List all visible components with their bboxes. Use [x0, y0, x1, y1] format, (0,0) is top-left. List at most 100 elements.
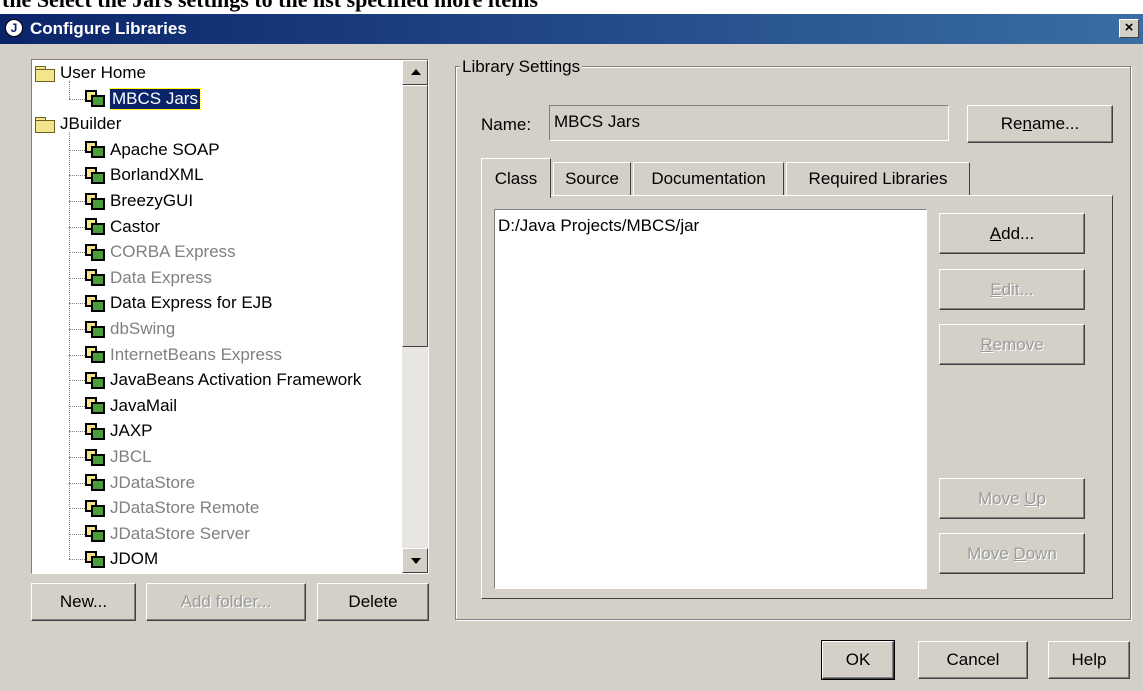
ok-button[interactable]: OK — [821, 640, 895, 680]
scroll-down-button[interactable] — [402, 548, 428, 573]
tree-connector — [69, 329, 85, 330]
tree-node[interactable]: Data Express — [85, 265, 212, 291]
tree-node-label: JBCL — [110, 447, 152, 466]
tab-class-label: Class — [494, 168, 538, 188]
library-icon — [85, 320, 105, 338]
tree-node-label: dbSwing — [110, 319, 176, 338]
class-path-list[interactable]: D:/Java Projects/MBCS/jar — [494, 209, 927, 589]
add-button[interactable]: Add... — [939, 213, 1085, 254]
remove-button[interactable]: Remove — [939, 324, 1085, 365]
scroll-up-button[interactable] — [402, 60, 428, 85]
tree-node[interactable]: MBCS Jars — [85, 86, 201, 112]
help-button-label: Help — [1071, 650, 1107, 669]
title-bar[interactable]: J Configure Libraries × — [0, 14, 1143, 44]
tree-node[interactable]: BorlandXML — [85, 162, 204, 188]
tree-connector — [69, 431, 85, 433]
tree-connector — [69, 457, 85, 458]
tree-connector — [69, 98, 85, 100]
tree-node[interactable]: JDOM — [85, 546, 158, 572]
close-icon: × — [1124, 19, 1134, 36]
edit-button[interactable]: Edit... — [939, 269, 1085, 310]
library-icon — [85, 218, 105, 236]
caption-strip: the Select the Jars settings to the list… — [0, 0, 1143, 14]
tree-node-label: CORBA Express — [110, 242, 236, 262]
new-button[interactable]: New... — [31, 583, 136, 621]
library-icon — [85, 192, 105, 210]
edit-button-label: Edit... — [990, 279, 1034, 299]
tree-scrollbar[interactable] — [402, 60, 428, 573]
tree-node[interactable]: JavaMail — [85, 393, 177, 419]
add-folder-button[interactable]: Add folder... — [146, 583, 306, 621]
tree-node[interactable]: InternetBeans Express — [85, 342, 282, 368]
name-field[interactable]: MBCS Jars — [549, 105, 949, 141]
add-button-label: Add... — [989, 223, 1035, 243]
tree-connector — [69, 508, 85, 510]
tree-connector — [69, 149, 85, 151]
delete-button-label: Delete — [348, 592, 398, 611]
library-icon — [85, 141, 105, 159]
library-icon — [85, 166, 105, 184]
tree-connector — [69, 303, 85, 305]
cancel-button[interactable]: Cancel — [918, 641, 1028, 679]
move-up-button[interactable]: Move Up — [939, 478, 1085, 519]
help-button[interactable]: Help — [1048, 641, 1130, 679]
tree-node-label: JDOM — [110, 549, 159, 569]
tree-node[interactable]: Castor — [85, 214, 160, 240]
ok-button-label: OK — [845, 650, 871, 669]
tab-class[interactable]: Class — [481, 158, 551, 198]
library-icon — [85, 346, 105, 364]
tree-node-label: Castor — [110, 216, 161, 236]
library-icon — [85, 294, 105, 312]
tree-node[interactable]: JBuilder — [35, 111, 121, 137]
folder-icon — [35, 65, 55, 82]
library-icon — [85, 90, 105, 108]
tab-required-libraries[interactable]: Required Libraries — [786, 162, 970, 196]
library-tree[interactable]: User Home MBCS Jars JBuilder Apache SOAP Bor… — [31, 59, 429, 574]
tree-node[interactable]: dbSwing — [85, 316, 175, 342]
tree-node[interactable]: CORBA Express — [85, 239, 236, 265]
tree-node[interactable]: JAXP — [85, 418, 153, 444]
folder-icon — [35, 116, 55, 133]
tree-connector — [69, 482, 85, 484]
tree-node[interactable]: JavaBeans Activation Framework — [85, 367, 361, 393]
tree-connector — [69, 533, 85, 535]
scroll-thumb[interactable] — [402, 85, 428, 347]
tree-node[interactable]: JDataStore Remote — [85, 495, 259, 521]
tree-node-label: JDataStore Server — [110, 523, 250, 543]
close-button[interactable]: × — [1119, 19, 1139, 38]
tree-connector — [69, 354, 85, 356]
window-title: Configure Libraries — [30, 19, 187, 38]
arrow-down-icon — [411, 558, 421, 564]
tree-connector — [69, 80, 70, 99]
move-down-button[interactable]: Move Down — [939, 533, 1085, 574]
tree-node-label: JDataStore Remote — [110, 498, 260, 518]
caption-text: the Select the Jars settings to the list… — [2, 0, 538, 13]
library-icon — [85, 499, 105, 517]
tree-node-label: MBCS Jars — [109, 87, 201, 110]
tree-node[interactable]: JDataStore Server — [85, 521, 250, 547]
tree-node-label: Data Express — [110, 267, 213, 287]
tree-node-label: BreezyGUI — [110, 191, 194, 210]
library-icon — [85, 422, 105, 440]
tree-node[interactable]: User Home — [35, 60, 146, 86]
new-button-label: New... — [59, 592, 108, 611]
tree-connector — [69, 226, 85, 228]
tree-content: User Home MBCS Jars JBuilder Apache SOAP Bor… — [32, 60, 402, 573]
tab-documentation[interactable]: Documentation — [633, 162, 784, 196]
jbuilder-icon: J — [5, 19, 23, 37]
list-item[interactable]: D:/Java Projects/MBCS/jar — [498, 216, 923, 236]
tree-connector — [69, 559, 85, 561]
tree-node[interactable]: Apache SOAP — [85, 137, 220, 163]
rename-button[interactable]: Rename... — [967, 105, 1113, 143]
tree-node[interactable]: BreezyGUI — [85, 188, 193, 214]
rename-button-label: Rename... — [1000, 114, 1080, 133]
tree-node-label: Data Express for EJB — [110, 293, 273, 313]
tree-node[interactable]: Data Express for EJB — [85, 290, 273, 316]
cancel-button-label: Cancel — [946, 650, 1000, 669]
tab-source[interactable]: Source — [553, 162, 631, 196]
tree-node[interactable]: JDataStore — [85, 470, 195, 496]
delete-button[interactable]: Delete — [317, 583, 429, 621]
tree-node[interactable]: JBCL — [85, 444, 152, 470]
tree-node-label: Apache SOAP — [110, 139, 220, 159]
library-settings-title: Library Settings — [460, 57, 583, 77]
